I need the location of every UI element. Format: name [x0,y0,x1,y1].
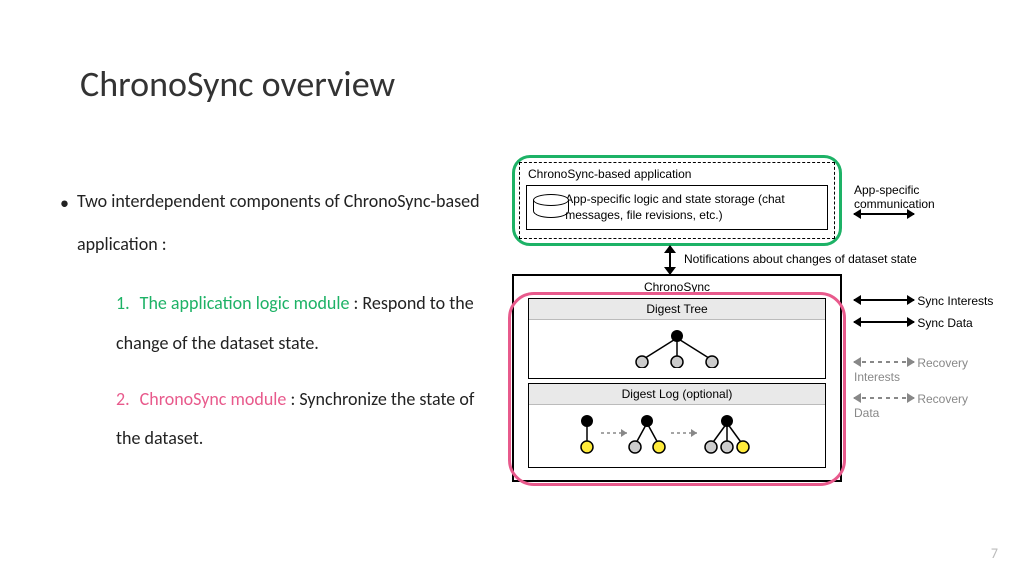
main-bullet: • Two interdependent components of Chron… [60,180,490,266]
sync-interests-row: Sync Interests [854,294,994,308]
sync-data-label: Sync Data [917,316,972,330]
chronosync-title: ChronoSync [520,280,834,294]
bullet-block: • Two interdependent components of Chron… [60,180,490,475]
bidir-arrow-icon [854,299,914,301]
app-arrow-col: App-specific communication [854,183,984,219]
item-strong: ChronoSync module [140,388,287,410]
item-strong: The application logic module [140,292,350,314]
green-highlight-box: ChronoSync-based application App-specifi… [512,155,842,246]
chronosync-box: ChronoSync Digest Tree [512,274,842,482]
bidir-arrow-dashed-icon [854,397,914,399]
digest-log-header: Digest Log (optional) [529,384,825,405]
tree-icon [622,328,732,368]
item-number: 2. [116,388,130,410]
digest-log-graphic [529,405,825,461]
app-comm-label: App-specific communication [854,183,984,211]
app-box-wrap: ChronoSync-based application App-specifi… [512,155,842,246]
page-number: 7 [991,545,998,562]
digest-log-box: Digest Log (optional) [528,383,826,468]
item-number: 1. [116,292,130,314]
notification-label: Notifications about changes of dataset s… [684,252,984,266]
sub-item-1: 1.The application logic module : Respond… [116,284,490,363]
sub-item-2: 2.ChronoSync module : Synchronize the st… [116,380,490,459]
diagram-bottom-row: ChronoSync Digest Tree [512,274,1002,482]
bullet-dot-icon: • [60,182,69,266]
sync-data-row: Sync Data [854,316,994,330]
app-box-title: ChronoSync-based application [528,167,828,181]
slide-title: ChronoSync overview [80,62,395,106]
log-chain-icon [567,413,787,457]
sublist: 1.The application logic module : Respond… [116,284,490,458]
storage-cylinder-icon [533,194,557,222]
diagram-top-row: ChronoSync-based application App-specifi… [512,155,1002,246]
app-dashed-box: ChronoSync-based application App-specifi… [519,162,835,239]
digest-tree-header: Digest Tree [529,299,825,320]
diagram: ChronoSync-based application App-specifi… [512,155,1002,482]
main-bullet-text: Two interdependent components of ChronoS… [77,180,490,266]
digest-tree-graphic [529,320,825,372]
recovery-data-row: Recovery Data [854,392,994,420]
bidir-arrow-icon [854,321,914,323]
side-arrows: Sync Interests Sync Data Recovery Intere… [854,274,994,428]
digest-tree-box: Digest Tree [528,298,826,379]
bidir-arrow-dashed-icon [854,361,914,363]
sync-interests-label: Sync Interests [917,294,993,308]
chronosync-wrap: ChronoSync Digest Tree [512,274,842,482]
vertical-connector: Notifications about changes of dataset s… [662,246,678,274]
app-inner-box: App-specific logic and state storage (ch… [526,185,828,230]
app-desc-text: App-specific logic and state storage (ch… [565,192,821,223]
recovery-interests-row: Recovery Interests [854,356,994,384]
bidir-arrow-icon [854,213,914,215]
